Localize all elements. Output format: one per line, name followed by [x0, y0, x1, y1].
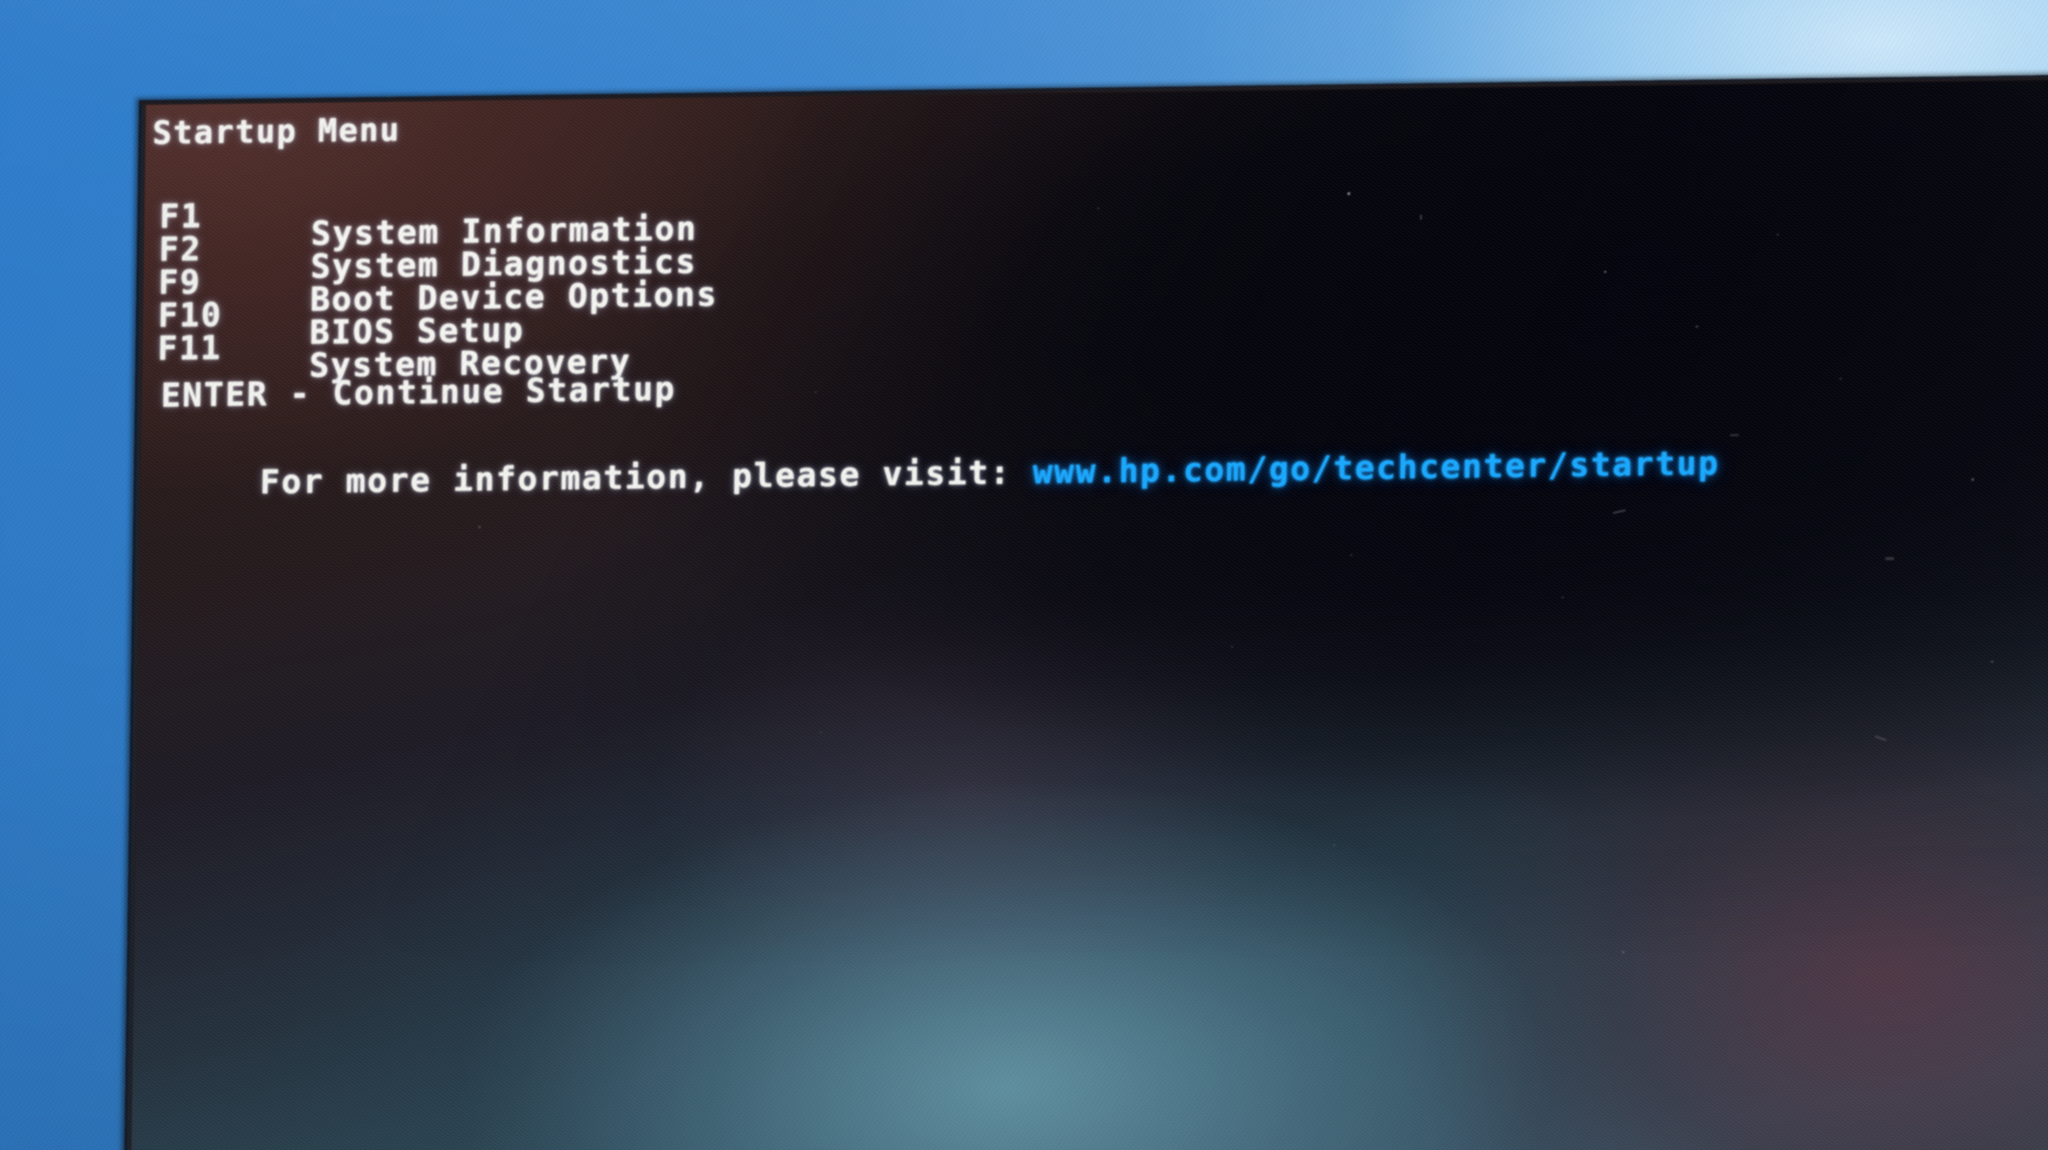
- menu-item-f11-key: F11: [157, 327, 223, 368]
- continue-startup-hint[interactable]: ENTER - Continue Startup: [161, 369, 677, 415]
- footer-prefix: For more information, please visit:: [259, 452, 1012, 502]
- photograph-of-monitor: Startup Menu F1 System Information F2 Sy…: [0, 0, 2048, 1150]
- footer-url[interactable]: www.hp.com/go/techcenter/startup: [1032, 443, 1719, 491]
- monitor-panel: Startup Menu F1 System Information F2 Sy…: [123, 74, 2048, 1150]
- page-title: Startup Menu: [152, 110, 401, 152]
- startup-menu-text: Startup Menu F1 System Information F2 Sy…: [123, 74, 2048, 1150]
- footer-info: For more information, please visit: www.…: [163, 424, 1720, 521]
- bios-screen: Startup Menu F1 System Information F2 Sy…: [123, 74, 2048, 1150]
